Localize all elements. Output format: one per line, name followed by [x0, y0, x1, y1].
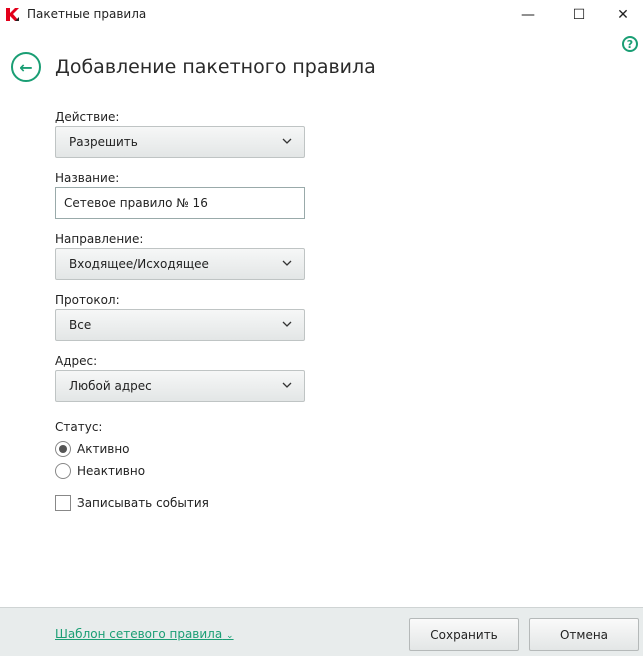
cancel-button[interactable]: Отмена [529, 618, 639, 651]
action-label: Действие: [55, 110, 120, 124]
log-events-label: Записывать события [77, 496, 209, 510]
template-link[interactable]: Шаблон сетевого правила ⌄ [55, 627, 234, 641]
back-button[interactable]: ← [11, 52, 41, 82]
direction-value: Входящее/Исходящее [69, 257, 209, 271]
chevron-down-icon [282, 260, 292, 266]
address-label: Адрес: [55, 354, 98, 368]
window-title: Пакетные правила [27, 7, 147, 21]
maximize-button[interactable]: ☐ [556, 0, 602, 30]
help-icon[interactable]: ? [622, 36, 638, 52]
protocol-value: Все [69, 318, 92, 332]
action-value: Разрешить [69, 135, 138, 149]
protocol-label: Протокол: [55, 293, 120, 307]
address-select[interactable]: Любой адрес [55, 370, 305, 402]
name-label: Название: [55, 171, 120, 185]
status-active-label: Активно [77, 442, 130, 456]
minimize-button[interactable]: — [505, 0, 551, 30]
log-events-checkbox[interactable]: Записывать события [55, 495, 209, 511]
status-active-radio[interactable]: Активно [55, 441, 130, 457]
footer: Шаблон сетевого правила ⌄ Сохранить Отме… [0, 607, 643, 656]
protocol-select[interactable]: Все [55, 309, 305, 341]
direction-label: Направление: [55, 232, 144, 246]
status-inactive-label: Неактивно [77, 464, 146, 478]
save-button[interactable]: Сохранить [409, 618, 519, 651]
close-button[interactable]: ✕ [600, 0, 643, 30]
page-title: Добавление пакетного правила [55, 56, 376, 78]
chevron-down-icon [282, 382, 292, 388]
name-input[interactable]: Сетевое правило № 16 [55, 187, 305, 219]
title-bar: Пакетные правила — ☐ ✕ [0, 0, 643, 30]
status-label: Статус: [55, 420, 103, 434]
status-inactive-radio[interactable]: Неактивно [55, 463, 145, 479]
action-select[interactable]: Разрешить [55, 126, 305, 158]
chevron-down-icon [282, 321, 292, 327]
chevron-down-icon: ⌄ [226, 631, 234, 641]
direction-select[interactable]: Входящее/Исходящее [55, 248, 305, 280]
address-value: Любой адрес [69, 379, 152, 393]
chevron-down-icon [282, 138, 292, 144]
kaspersky-logo-icon [6, 8, 19, 21]
